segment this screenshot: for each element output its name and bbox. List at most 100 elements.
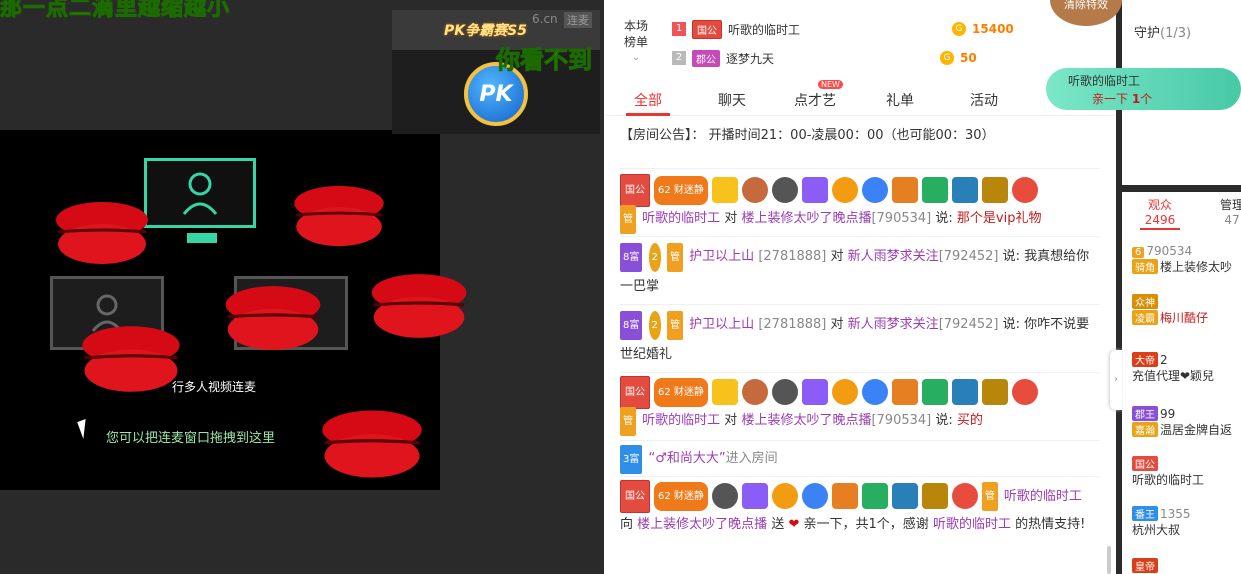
chat-message[interactable]: 8富 2 管 护卫以上山 [2781888] 对 新人雨梦求关注[792452]… [620, 310, 1100, 369]
rank-number: 1 [672, 22, 686, 36]
level-badge: 郡王 [1132, 406, 1158, 421]
tab-admin-count: 47 [1224, 213, 1240, 227]
level-badge: 皇帝 [1132, 558, 1158, 573]
badge-row: 国公 62 财迷静 管 听歌的临时工 [620, 479, 1100, 513]
heart-icon [1011, 177, 1038, 203]
audience-name: 听歌的临时工 [1132, 473, 1205, 487]
tab-gifts[interactable]: 礼单 [886, 90, 914, 110]
tab-all[interactable]: 全部 [634, 90, 662, 110]
rank-box[interactable]: 本场 榜单 ⌄ 1 国公 听歌的临时工 G 15400 2 郡公 逐梦九天 G … [604, 10, 1088, 76]
kiss-lips-icon [322, 410, 422, 478]
chat-message[interactable]: 国公 62 财迷静 管 听歌的临时工 对 楼上装修太吵了晚点播[790534] … [620, 173, 1100, 234]
banner-unit: 个 [1140, 92, 1153, 106]
marquee-text: 那一点二滴里越缩越小 [0, 0, 231, 22]
tab-talent[interactable]: 点才艺 [794, 90, 836, 110]
admin-icon: 管 [620, 407, 636, 436]
sender-id: [2781888] [758, 249, 827, 264]
kiss-lips-icon [82, 326, 180, 392]
heart-icon [951, 483, 978, 509]
heart-icon [1011, 379, 1038, 405]
sender-name[interactable]: 护卫以上山 [689, 249, 754, 264]
multi-video-stage[interactable]: 行多人视频连麦 您可以把连麦窗口拖拽到这里 [0, 130, 467, 490]
divider [620, 440, 1100, 441]
target-name[interactable]: 楼上装修太吵了晚点播 [741, 211, 871, 226]
sender-id: [2781888] [758, 317, 827, 332]
wealth-badge: 8富 [620, 243, 643, 272]
kiss-gift-icon: ❤ [788, 517, 800, 532]
message-line: 管 听歌的临时工 对 楼上装修太吵了晚点播[790534] 说: 那个是vip礼… [620, 204, 1100, 234]
sender-name[interactable]: 听歌的临时工 [642, 413, 720, 428]
target-id: [790534] [871, 211, 932, 226]
audience-row[interactable]: 郡王 99 嘉瀚 温居金牌自返 [1132, 406, 1232, 438]
level-badge: 众神 [1132, 294, 1158, 309]
target-name[interactable]: 楼上装修太吵了晚点播 [741, 413, 871, 428]
audience-row[interactable]: 国公 听歌的临时工 [1132, 456, 1204, 488]
tab-activity[interactable]: 活动 [970, 90, 998, 110]
target-name[interactable]: 新人雨梦求关注 [848, 317, 939, 332]
sender-name[interactable]: 听歌的临时工 [1004, 482, 1082, 511]
badge: 嘉瀚 [1132, 422, 1158, 437]
level-badge: 6 [1132, 247, 1145, 258]
target-name[interactable]: 楼上装修太吵了晚点播 [637, 517, 767, 532]
chat-message[interactable]: 国公 62 财迷静 管 听歌的临时工 对 楼上装修太吵了晚点播[790534] … [620, 375, 1100, 436]
rank-coins: 15400 [972, 22, 1014, 36]
fortune-level: 62 [658, 386, 671, 398]
rank-coins: 50 [960, 51, 977, 65]
audience-row[interactable]: 6 790534 骑角 楼上装修太吵 [1132, 244, 1232, 275]
pk-hidden-text: 你看不到 [496, 46, 593, 75]
coin-icon: G [952, 22, 967, 36]
message-line: 管 听歌的临时工 对 楼上装修太吵了晚点播[790534] 说: 买的 [620, 406, 1100, 436]
chat-message[interactable]: 国公 62 财迷静 管 听歌的临时工 向 楼上装修太吵了晚点播 送 ❤ 亲一下，… [620, 479, 1100, 539]
level-badge: 番王 [1132, 506, 1158, 521]
crown-icon [711, 177, 738, 203]
rank-row[interactable]: 2 郡公 逐梦九天 G 50 [672, 47, 977, 69]
rank-row[interactable]: 1 国公 听歌的临时工 G 15400 [672, 18, 1014, 40]
green-badge-icon [861, 483, 888, 509]
divider [620, 372, 1100, 373]
star-icon [801, 379, 828, 405]
thanks-name[interactable]: 听歌的临时工 [933, 517, 1011, 532]
enter-text: 进入房间 [725, 451, 778, 466]
audience-row[interactable]: 皇帝 [1132, 558, 1160, 573]
send-label: 送 [771, 517, 785, 532]
admin-icon: 管 [981, 481, 998, 511]
verb: 对 [724, 413, 738, 428]
tab-chat[interactable]: 聊天 [718, 90, 746, 110]
chat-scrollbar[interactable] [1107, 546, 1111, 574]
rank-title-line1: 本场 [623, 19, 648, 33]
banner-gift: 亲一下 [1092, 92, 1129, 106]
chat-message[interactable]: 3富 “♂和尚大大”进入房间 [620, 444, 1100, 474]
entering-user-name[interactable]: “♂和尚大大” [649, 451, 726, 466]
collapse-handle[interactable]: › [1110, 350, 1122, 410]
monitor-stand [187, 233, 217, 243]
tab-viewers[interactable]: 观众 2496 [1140, 198, 1180, 230]
tab-viewers-label: 观众 [1147, 198, 1172, 212]
tab-admin[interactable]: 管理 47 [1212, 198, 1241, 228]
guard-label: 守护 [1134, 26, 1161, 41]
sender-name[interactable]: 听歌的临时工 [642, 211, 720, 226]
video-area: 那一点二滴里越缩越小 行多人视频连麦 您可以把连麦窗口拖拽到这里 PK争霸赛S5… [0, 0, 600, 574]
blue-badge-icon [951, 177, 978, 203]
pk-title: PK争霸赛S5 [444, 23, 527, 39]
pk-lianmai-button[interactable]: 连麦 [564, 12, 592, 28]
target-name[interactable]: 新人雨梦求关注 [848, 249, 939, 264]
rank-user-name[interactable]: 听歌的临时工 [728, 21, 800, 38]
audience-row[interactable]: 众神 凌霸 梅川酷仔 [1132, 294, 1208, 326]
person-icon [182, 172, 218, 215]
drag-tip: 您可以把连麦窗口拖拽到这里 [106, 431, 276, 446]
audience-row[interactable]: 番王 1355 杭州大叔 [1132, 506, 1191, 538]
rank-user-name[interactable]: 逐梦九天 [726, 50, 774, 67]
fortune-badge: 62 财迷静 [654, 175, 708, 205]
badge: 凌霸 [1132, 310, 1158, 325]
noble-badge: 郡公 [692, 49, 720, 67]
guard-icon [711, 483, 738, 509]
audience-id: 790534 [1146, 244, 1193, 258]
audience-row[interactable]: 大帝 2 充值代理❤颖兒 [1132, 352, 1214, 384]
guard-count: (1/3) [1160, 26, 1192, 41]
rank-badge: 2 [648, 243, 661, 272]
kiss-gift-banner: 听歌的临时工 亲一下 1个 [1046, 68, 1241, 110]
chevron-down-icon[interactable]: ⌄ [618, 50, 654, 66]
coin-icon: G [940, 51, 955, 65]
sender-name[interactable]: 护卫以上山 [689, 317, 754, 332]
chat-message[interactable]: 8富 2 管 护卫以上山 [2781888] 对 新人雨梦求关注[792452]… [620, 242, 1100, 301]
